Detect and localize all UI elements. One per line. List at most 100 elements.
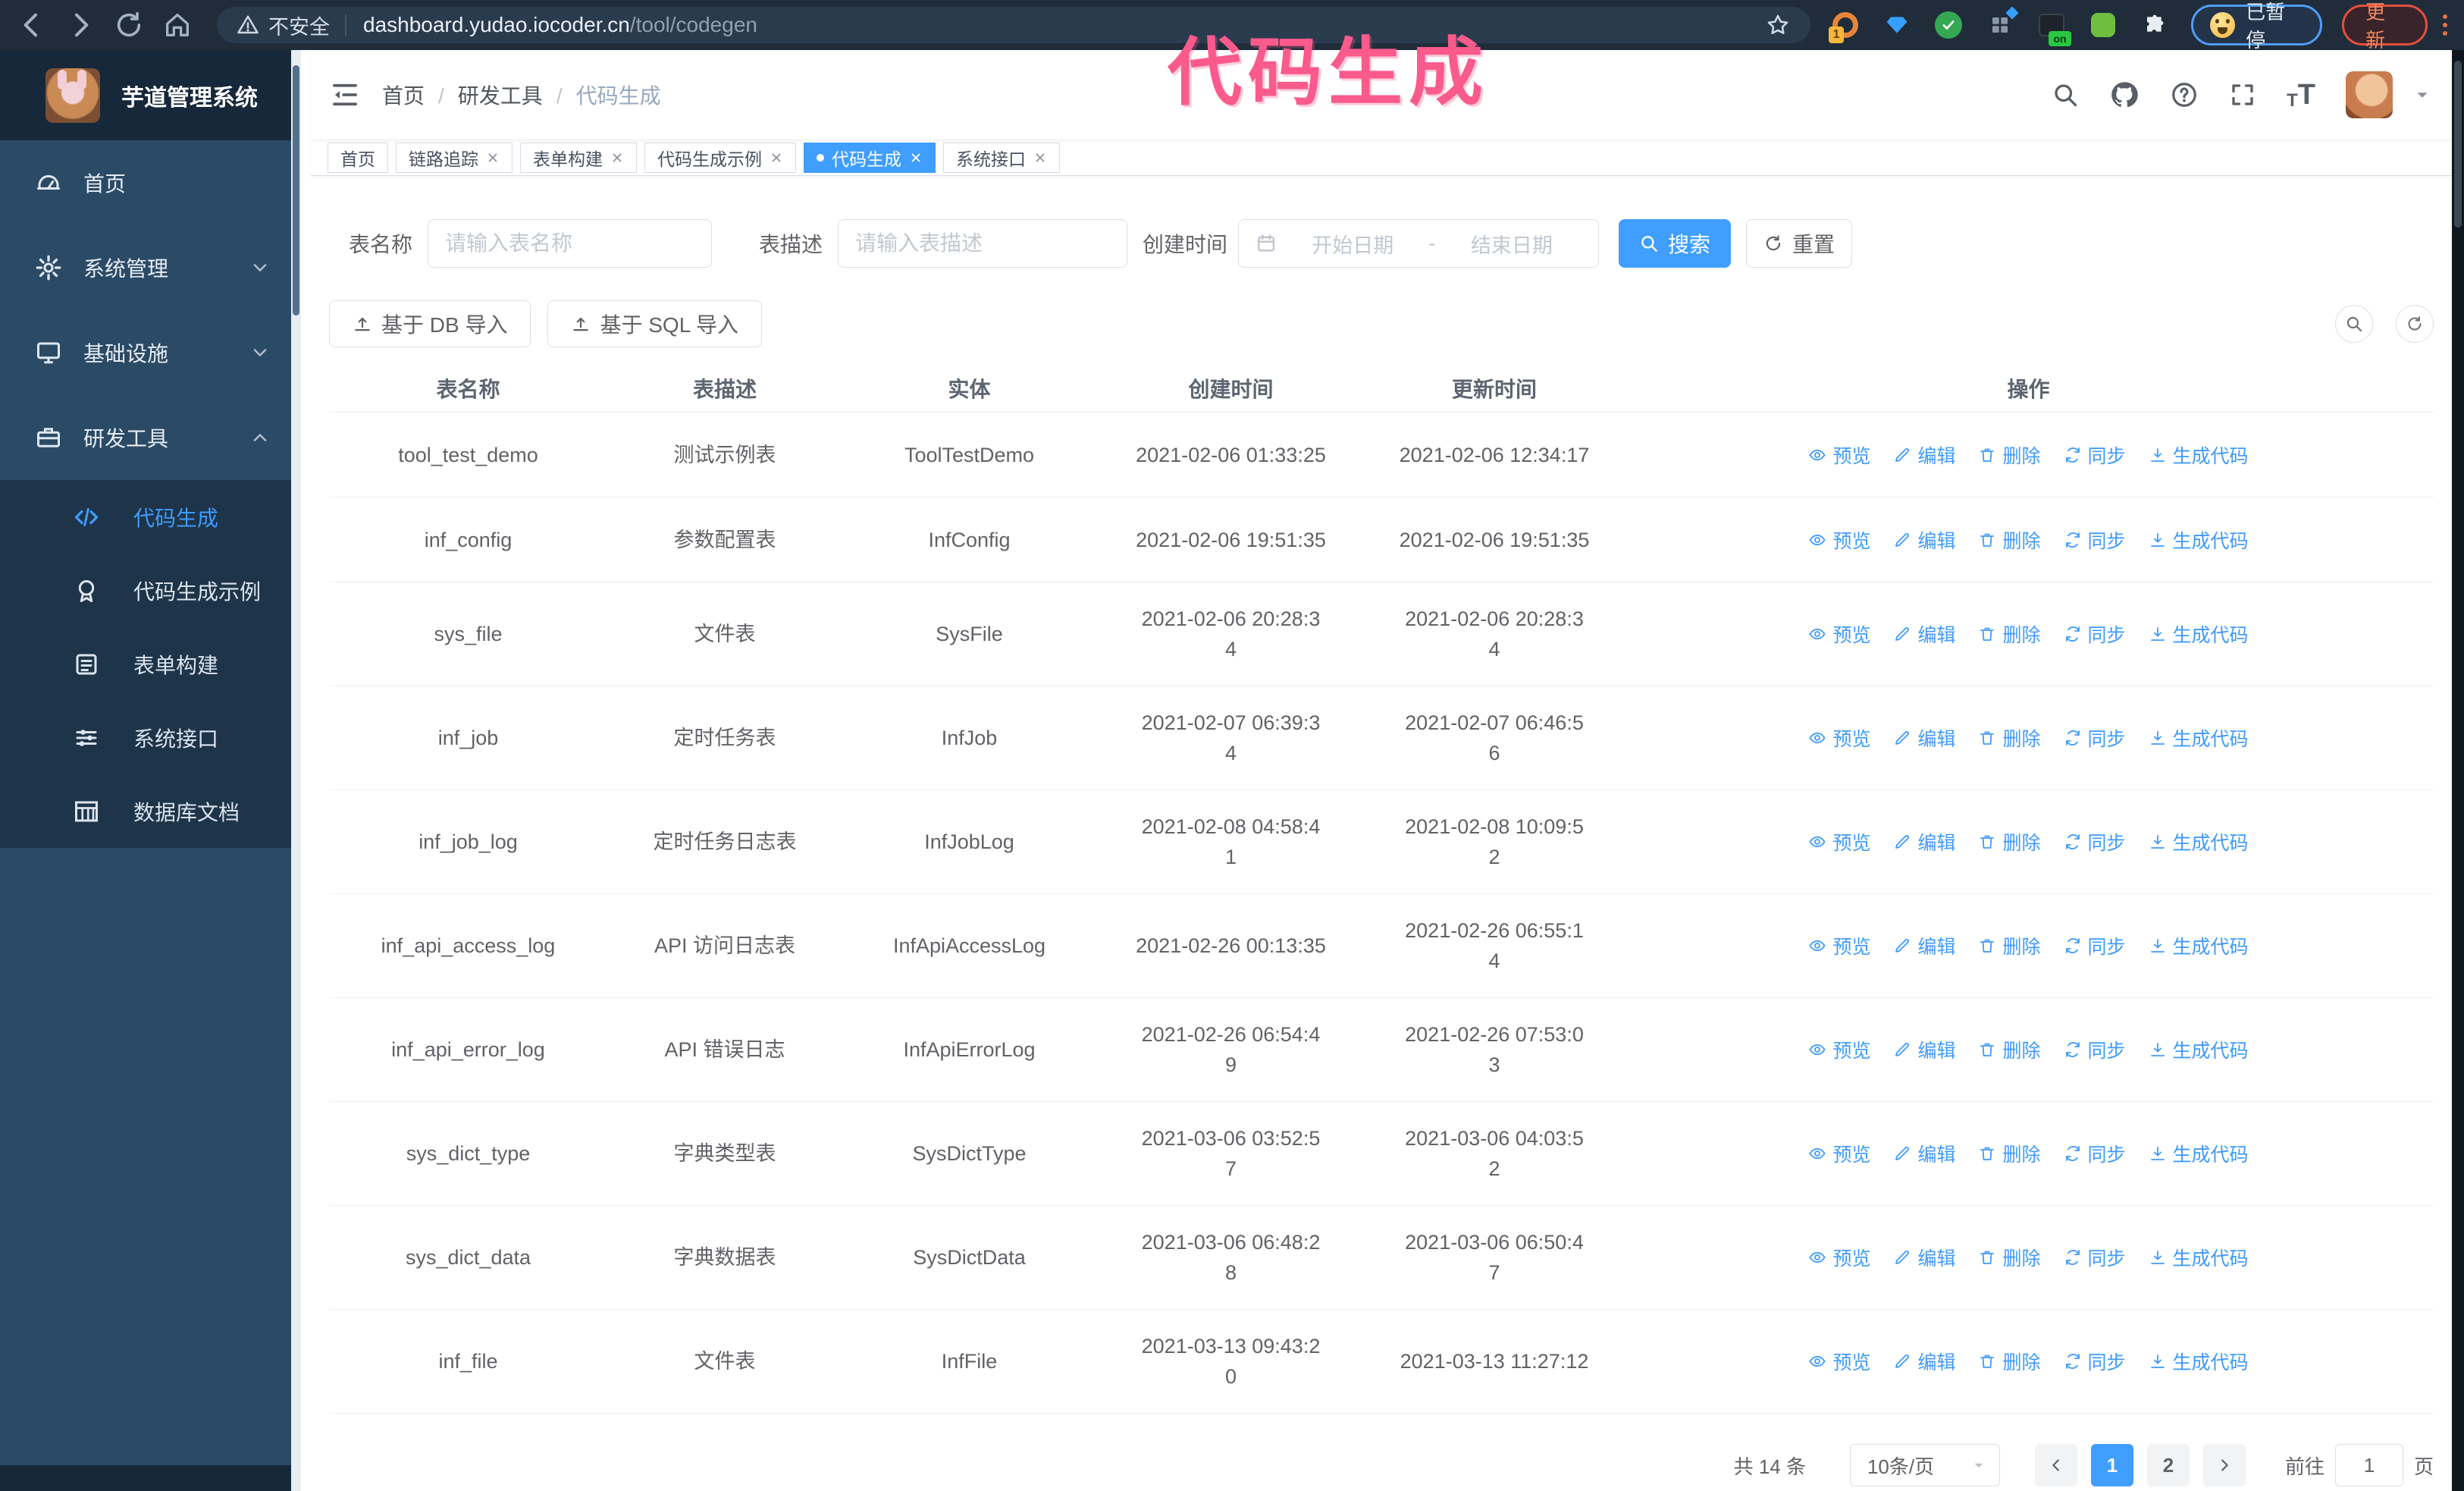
delete-link[interactable]: 删除: [1978, 620, 2041, 648]
breadcrumb-item[interactable]: 研发工具: [425, 80, 543, 110]
page-number-button[interactable]: 2: [2146, 1444, 2190, 1486]
sidebar-menu-item[interactable]: 研发工具: [0, 395, 301, 480]
sync-link[interactable]: 同步: [2064, 620, 2126, 648]
generate-code-link[interactable]: 生成代码: [2149, 441, 2249, 469]
sync-link[interactable]: 同步: [2064, 1244, 2126, 1271]
delete-link[interactable]: 删除: [1978, 441, 2041, 469]
font-size-icon[interactable]: TT: [2287, 79, 2315, 111]
page-size-select[interactable]: 10条/页: [1849, 1444, 2000, 1486]
table-name-input[interactable]: [428, 219, 713, 268]
preview-link[interactable]: 预览: [1808, 526, 1870, 554]
extension-icon-grid[interactable]: [1985, 6, 2019, 40]
edit-link[interactable]: 编辑: [1893, 1036, 1955, 1063]
generate-code-link[interactable]: 生成代码: [2149, 526, 2249, 554]
toggle-search-button[interactable]: [2335, 305, 2373, 343]
app-logo-band[interactable]: 芋道管理系统: [0, 50, 301, 140]
browser-menu-icon[interactable]: [2443, 14, 2447, 36]
preview-link[interactable]: 预览: [1808, 1140, 1870, 1167]
sidebar-menu-item[interactable]: 基础设施: [0, 310, 301, 395]
page-tab[interactable]: 代码生成示例: [644, 143, 796, 173]
generate-code-link[interactable]: 生成代码: [2149, 1140, 2249, 1167]
sidebar-scrollbar-thumb[interactable]: [293, 65, 299, 315]
tab-close-icon[interactable]: [909, 151, 923, 165]
edit-link[interactable]: 编辑: [1893, 932, 1955, 959]
preview-link[interactable]: 预览: [1808, 724, 1870, 752]
delete-link[interactable]: 删除: [1978, 1140, 2041, 1167]
browser-reload-icon[interactable]: [114, 10, 144, 40]
page-scrollbar-thumb[interactable]: [2454, 61, 2462, 228]
import-db-button[interactable]: 基于 DB 导入: [329, 300, 531, 347]
edit-link[interactable]: 编辑: [1893, 724, 1955, 752]
edit-link[interactable]: 编辑: [1893, 828, 1955, 855]
delete-link[interactable]: 删除: [1978, 724, 2041, 752]
breadcrumb-item[interactable]: 代码生成: [543, 80, 661, 110]
extension-icon-android[interactable]: [2088, 10, 2118, 40]
browser-update-button[interactable]: 更新: [2342, 1, 2428, 52]
address-bar[interactable]: 不安全 dashboard.yudao.iocoder.cn/tool/code…: [217, 7, 1811, 43]
generate-code-link[interactable]: 生成代码: [2149, 1036, 2249, 1063]
delete-link[interactable]: 删除: [1978, 1036, 2041, 1063]
start-date-placeholder[interactable]: 开始日期: [1283, 229, 1422, 259]
next-page-button[interactable]: [2202, 1444, 2246, 1486]
user-avatar[interactable]: [2346, 71, 2393, 118]
import-sql-button[interactable]: 基于 SQL 导入: [547, 300, 763, 347]
sidebar-submenu-item[interactable]: 表单构建: [0, 627, 301, 701]
sidebar-submenu-item[interactable]: 数据库文档: [0, 774, 301, 848]
github-icon[interactable]: [2109, 80, 2140, 110]
fullscreen-icon[interactable]: [2229, 81, 2256, 108]
edit-link[interactable]: 编辑: [1893, 1348, 1955, 1375]
preview-link[interactable]: 预览: [1808, 1348, 1870, 1375]
page-tab[interactable]: 链路追踪: [396, 143, 513, 173]
sidebar-fold-icon[interactable]: [329, 79, 361, 111]
delete-link[interactable]: 删除: [1978, 1348, 2041, 1375]
page-number-button[interactable]: 1: [2090, 1444, 2133, 1486]
sync-link[interactable]: 同步: [2064, 1036, 2126, 1063]
edit-link[interactable]: 编辑: [1893, 441, 1955, 469]
help-icon[interactable]: [2170, 80, 2199, 109]
browser-home-icon[interactable]: [162, 10, 193, 40]
browser-back-icon[interactable]: [17, 10, 47, 40]
table-desc-input[interactable]: [838, 219, 1128, 268]
generate-code-link[interactable]: 生成代码: [2149, 1244, 2249, 1271]
sidebar-menu-item[interactable]: 系统管理: [0, 225, 301, 310]
page-tab[interactable]: 表单构建: [520, 143, 637, 173]
extension-icon-dark-on[interactable]: on: [2036, 10, 2072, 46]
sync-link[interactable]: 同步: [2064, 441, 2126, 469]
preview-link[interactable]: 预览: [1808, 620, 1870, 648]
date-range-picker[interactable]: 开始日期 - 结束日期: [1238, 219, 1600, 268]
preview-link[interactable]: 预览: [1808, 828, 1870, 855]
sync-link[interactable]: 同步: [2064, 724, 2126, 752]
generate-code-link[interactable]: 生成代码: [2149, 1348, 2249, 1375]
breadcrumb-item[interactable]: 首页: [382, 80, 425, 110]
search-button[interactable]: 搜索: [1619, 219, 1732, 268]
end-date-placeholder[interactable]: 结束日期: [1442, 229, 1582, 259]
tab-close-icon[interactable]: [486, 151, 500, 165]
bookmark-star-icon[interactable]: [1765, 12, 1791, 38]
tab-close-icon[interactable]: [1033, 151, 1047, 165]
sidebar-scrollbar[interactable]: [291, 50, 301, 1491]
goto-page-input[interactable]: [2334, 1444, 2403, 1486]
generate-code-link[interactable]: 生成代码: [2149, 620, 2249, 648]
edit-link[interactable]: 编辑: [1893, 1140, 1955, 1167]
preview-link[interactable]: 预览: [1808, 932, 1870, 959]
sidebar-submenu-item[interactable]: 系统接口: [0, 701, 301, 774]
extension-icon-green-check[interactable]: [1933, 10, 1964, 40]
sidebar-menu-item[interactable]: 首页: [0, 140, 301, 225]
generate-code-link[interactable]: 生成代码: [2149, 828, 2249, 855]
delete-link[interactable]: 删除: [1978, 526, 2041, 554]
preview-link[interactable]: 预览: [1808, 1244, 1870, 1271]
prev-page-button[interactable]: [2034, 1444, 2077, 1486]
sync-link[interactable]: 同步: [2064, 1348, 2126, 1375]
delete-link[interactable]: 删除: [1978, 828, 2041, 855]
sync-link[interactable]: 同步: [2064, 1140, 2126, 1167]
sidebar-submenu-item[interactable]: 代码生成: [0, 480, 301, 554]
delete-link[interactable]: 删除: [1978, 932, 2041, 959]
browser-forward-icon[interactable]: [65, 10, 96, 40]
extension-icon-gem[interactable]: [1882, 10, 1912, 40]
tab-close-icon[interactable]: [610, 151, 624, 165]
profile-paused-badge[interactable]: 已暂停: [2191, 1, 2323, 52]
preview-link[interactable]: 预览: [1808, 441, 1870, 469]
edit-link[interactable]: 编辑: [1893, 620, 1955, 648]
tab-close-icon[interactable]: [770, 151, 783, 165]
edit-link[interactable]: 编辑: [1893, 526, 1955, 554]
